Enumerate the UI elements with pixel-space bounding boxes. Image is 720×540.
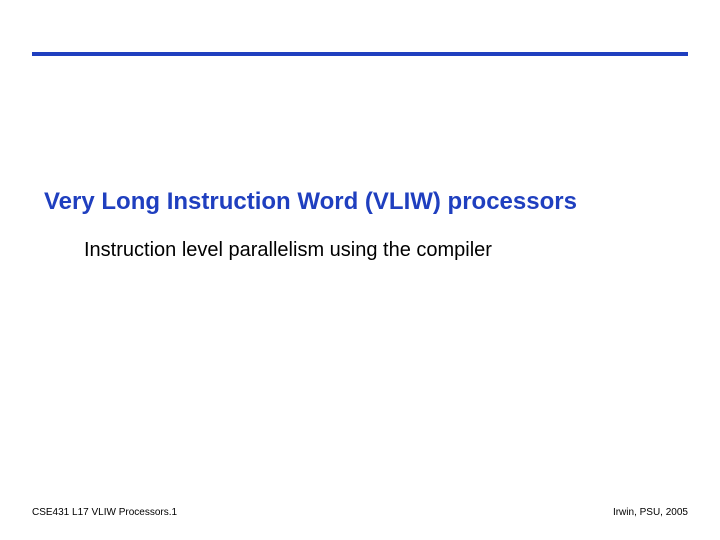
slide-subtitle: Instruction level parallelism using the … bbox=[84, 238, 680, 262]
footer-right: Irwin, PSU, 2005 bbox=[613, 507, 688, 518]
slide-title: Very Long Instruction Word (VLIW) proces… bbox=[44, 188, 680, 217]
footer-left: CSE431 L17 VLIW Processors.1 bbox=[32, 507, 177, 518]
slide: Very Long Instruction Word (VLIW) proces… bbox=[0, 0, 720, 540]
top-divider bbox=[32, 52, 688, 56]
